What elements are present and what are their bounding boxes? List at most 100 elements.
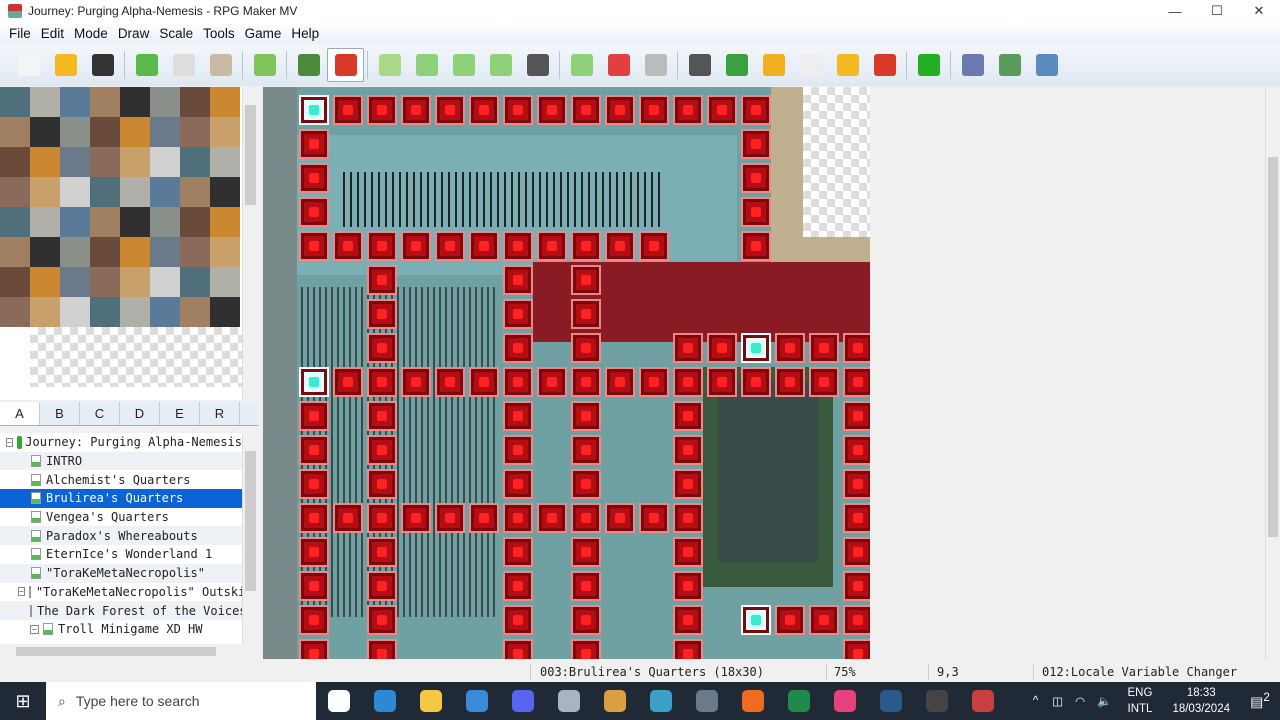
map-event[interactable] (741, 231, 771, 261)
tile[interactable] (120, 297, 150, 327)
file-explorer-taskbar-button[interactable] (408, 682, 454, 720)
map-event[interactable] (299, 163, 329, 193)
tile[interactable] (180, 297, 210, 327)
map-event[interactable] (571, 537, 601, 567)
tile[interactable] (180, 237, 210, 267)
map-event[interactable] (299, 605, 329, 635)
map-event[interactable] (809, 333, 839, 363)
maximize-button[interactable]: ☐ (1196, 0, 1238, 22)
paste-button[interactable] (202, 48, 239, 82)
map-event[interactable] (571, 333, 601, 363)
tile[interactable] (90, 117, 120, 147)
tile[interactable] (120, 147, 150, 177)
obs-taskbar-button[interactable] (914, 682, 960, 720)
map-event[interactable] (367, 639, 397, 659)
map-event[interactable] (571, 571, 601, 601)
map-tree-hscrollbar[interactable] (0, 644, 242, 659)
character-generator-button[interactable] (866, 48, 903, 82)
map-event[interactable] (299, 639, 329, 659)
map-event[interactable] (843, 469, 870, 499)
tile[interactable] (150, 147, 180, 177)
map-event[interactable] (503, 265, 533, 295)
notifications-button[interactable]: ▤2 (1240, 691, 1280, 711)
ellipse-button[interactable] (445, 48, 482, 82)
map-event[interactable] (639, 367, 669, 397)
tile[interactable] (30, 297, 60, 327)
tile[interactable] (150, 297, 180, 327)
rectangle-button[interactable] (408, 48, 445, 82)
copy-button[interactable] (165, 48, 202, 82)
map-event[interactable] (605, 367, 635, 397)
menu-tools[interactable]: Tools (198, 26, 240, 41)
map-event[interactable] (673, 435, 703, 465)
tile[interactable] (30, 237, 60, 267)
tile[interactable] (180, 117, 210, 147)
map-event[interactable] (673, 639, 703, 659)
tile[interactable] (90, 177, 120, 207)
map-event[interactable] (673, 537, 703, 567)
tile[interactable] (90, 297, 120, 327)
tile[interactable] (150, 237, 180, 267)
task-view-taskbar-button[interactable] (316, 682, 362, 720)
map-event[interactable] (367, 299, 397, 329)
map-event[interactable] (333, 231, 363, 261)
language-indicator[interactable]: ENG INTL (1128, 685, 1153, 717)
tile[interactable] (0, 267, 30, 297)
map-event[interactable] (571, 469, 601, 499)
save-project-button[interactable] (84, 48, 121, 82)
map-event[interactable] (469, 95, 499, 125)
map-event[interactable] (741, 605, 771, 635)
map-event[interactable] (469, 503, 499, 533)
map-event[interactable] (639, 95, 669, 125)
map-event[interactable] (673, 469, 703, 499)
tile[interactable] (60, 237, 90, 267)
map-event[interactable] (571, 367, 601, 397)
map-event[interactable] (367, 367, 397, 397)
map-event[interactable] (639, 231, 669, 261)
tile[interactable] (30, 207, 60, 237)
map-event[interactable] (775, 367, 805, 397)
collapse-toggle-icon[interactable]: − (30, 624, 39, 634)
map-event[interactable] (741, 129, 771, 159)
tile[interactable] (120, 177, 150, 207)
map-event[interactable] (843, 367, 870, 397)
tile[interactable] (30, 117, 60, 147)
taskbar-search[interactable]: ⌕ Type here to search (46, 682, 316, 720)
map-event[interactable] (571, 401, 601, 431)
map-event[interactable] (401, 95, 431, 125)
tile[interactable] (60, 177, 90, 207)
map-tree-item[interactable]: Vengea's Quarters (0, 508, 242, 527)
tile[interactable] (90, 147, 120, 177)
map-tree-scrollbar[interactable] (242, 433, 258, 644)
zoom-in-button[interactable] (563, 48, 600, 82)
map-event[interactable] (707, 367, 737, 397)
tile[interactable] (0, 117, 30, 147)
shadow-pen-button[interactable] (519, 48, 556, 82)
mail-taskbar-button[interactable] (454, 682, 500, 720)
map-scrollbar[interactable] (1265, 87, 1280, 659)
map-mode-button[interactable] (290, 48, 327, 82)
tile[interactable] (210, 207, 240, 237)
map-event[interactable] (503, 333, 533, 363)
tile[interactable] (150, 267, 180, 297)
close-button[interactable]: ✕ (1238, 0, 1280, 22)
tile[interactable] (120, 207, 150, 237)
map-event[interactable] (367, 571, 397, 601)
map-event[interactable] (367, 537, 397, 567)
map-tree-item[interactable]: Paradox's Whereabouts (0, 526, 242, 546)
event-searcher-button[interactable] (792, 48, 829, 82)
map-tree-item[interactable]: "ToraKeMetaNecropolis" (0, 563, 242, 583)
collapse-toggle-icon[interactable]: − (6, 437, 13, 447)
map-event[interactable] (435, 95, 465, 125)
tile[interactable] (0, 207, 30, 237)
map-event[interactable] (843, 537, 870, 567)
monitor-app-taskbar-button[interactable] (546, 682, 592, 720)
tile[interactable] (210, 147, 240, 177)
undo-button[interactable] (246, 48, 283, 82)
tile[interactable] (0, 87, 30, 117)
map-event[interactable] (503, 95, 533, 125)
tile[interactable] (210, 117, 240, 147)
map-event[interactable] (843, 639, 870, 659)
map-event[interactable] (537, 231, 567, 261)
open-project-button[interactable] (47, 48, 84, 82)
